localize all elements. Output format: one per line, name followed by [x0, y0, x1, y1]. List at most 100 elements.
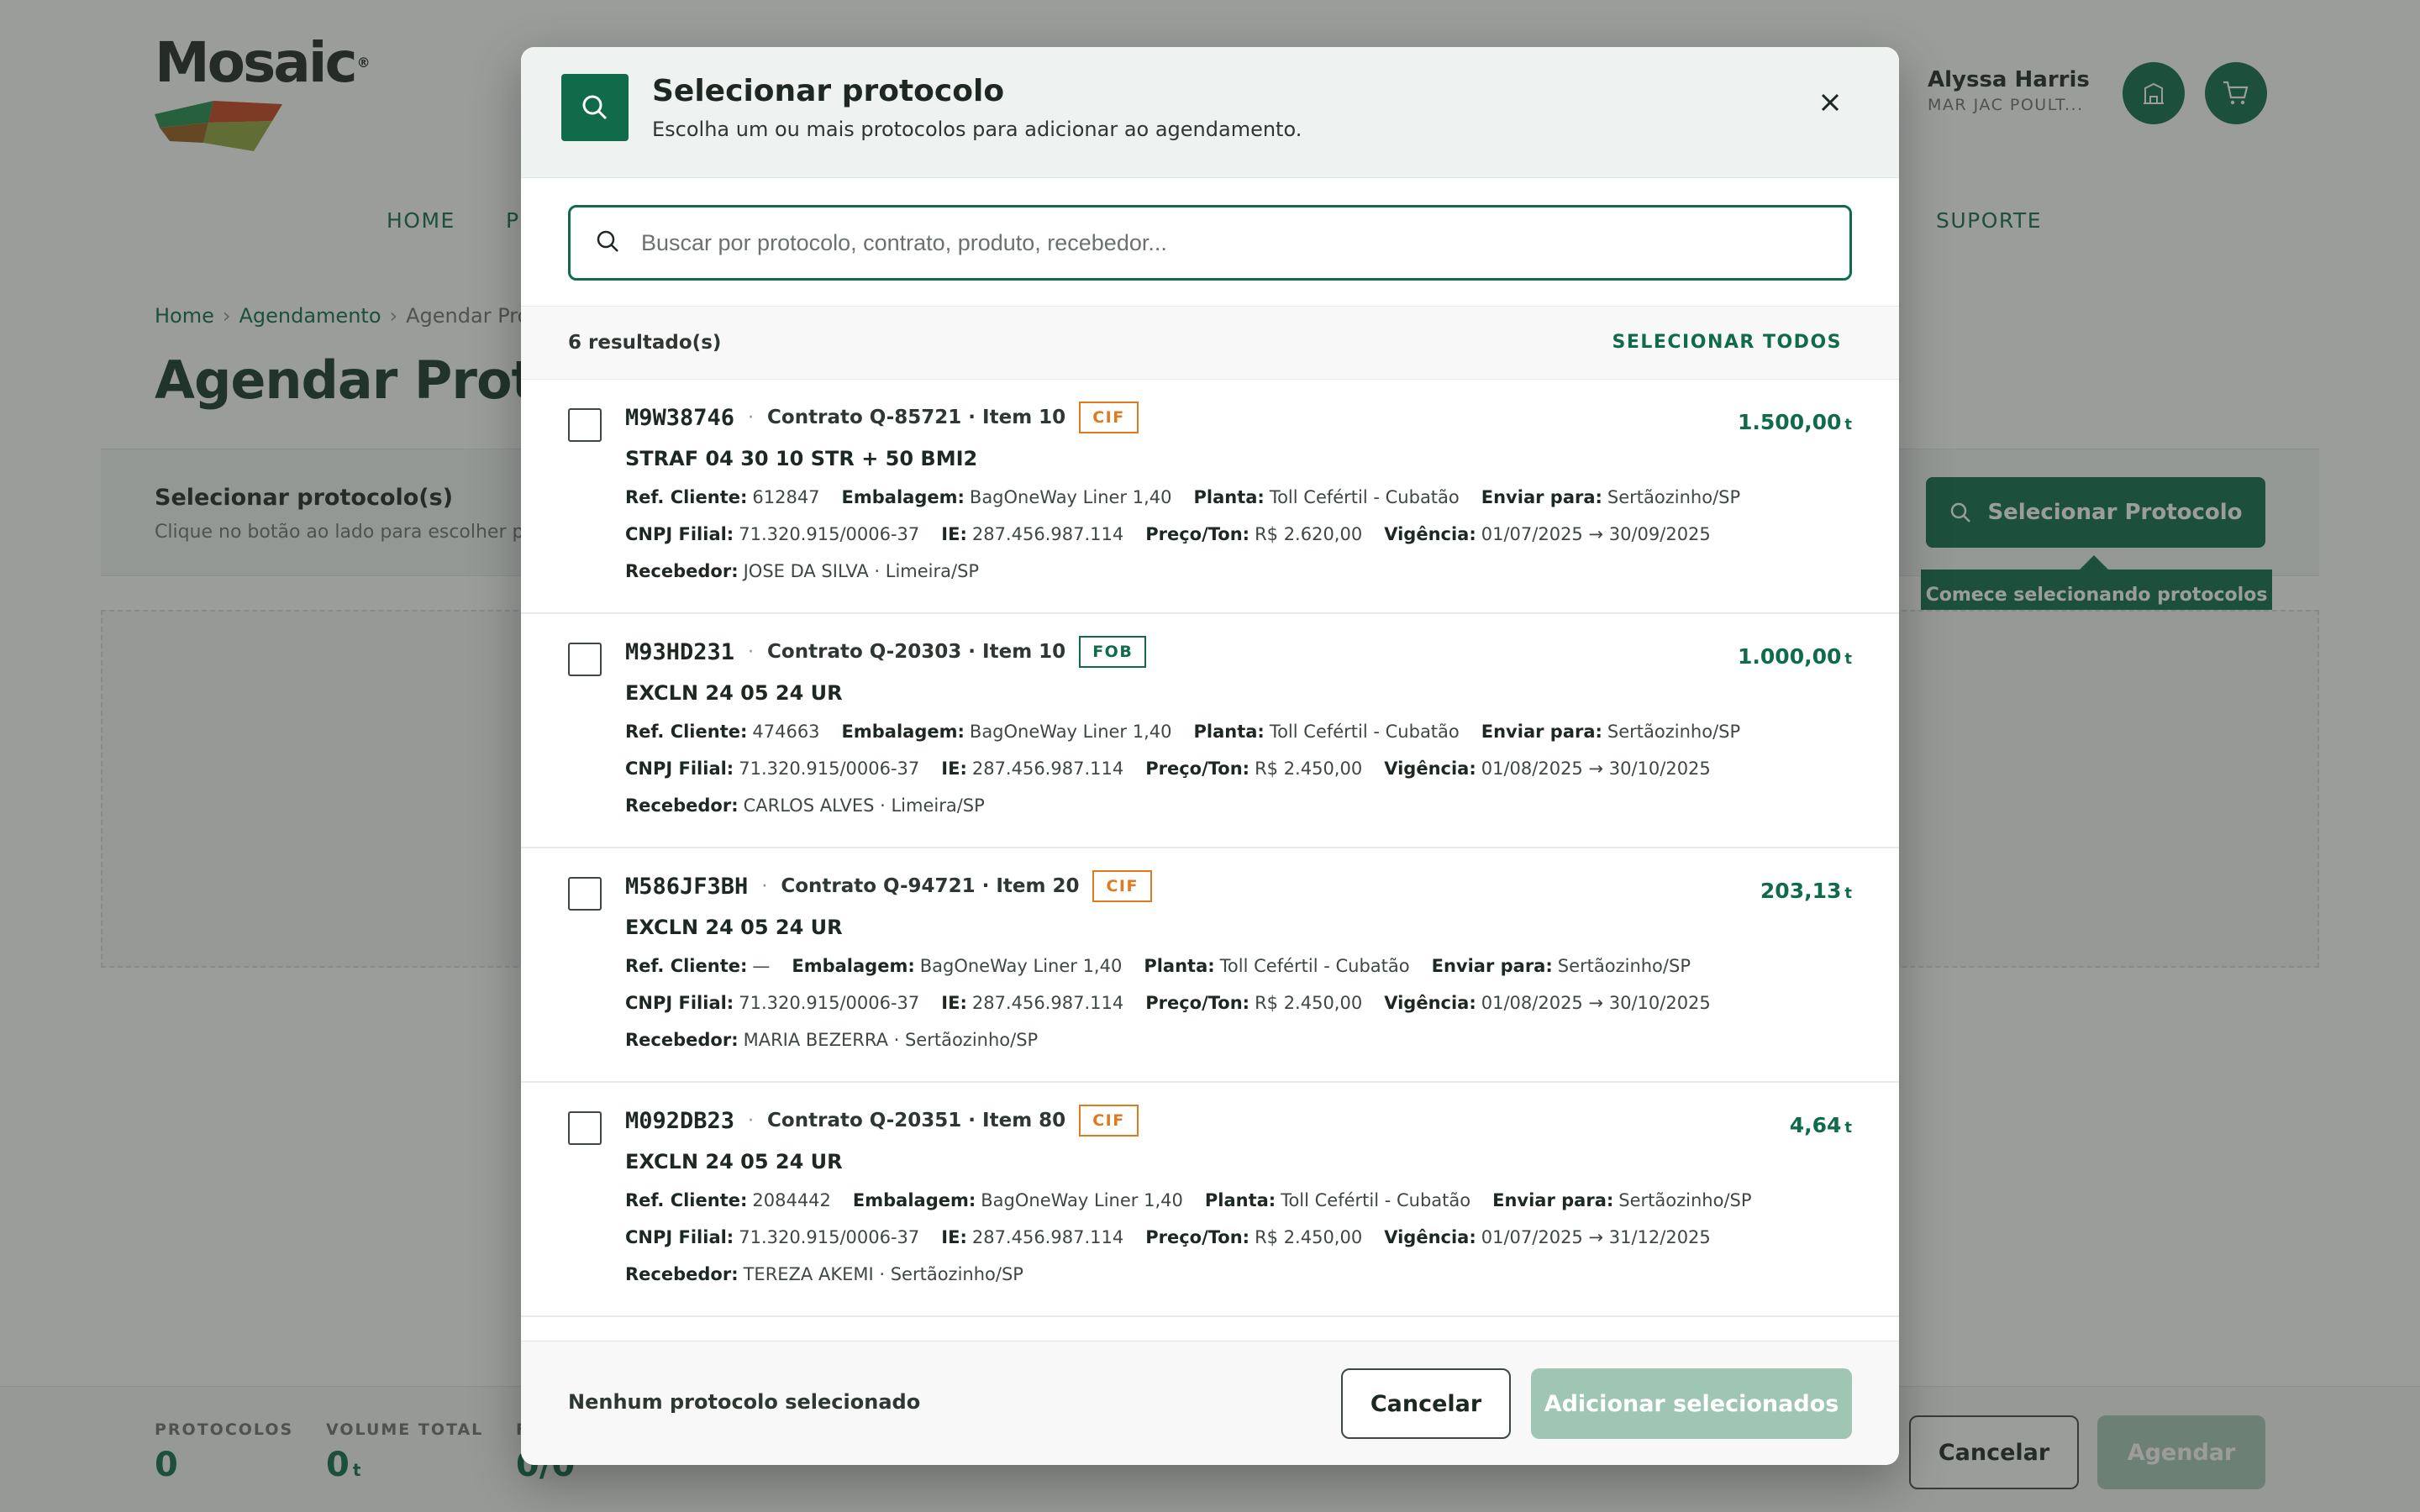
separator-dot: · — [748, 1110, 755, 1131]
field-recebedor-value: JOSE DA SILVA · Limeira/SP — [743, 561, 980, 581]
protocol-checkbox[interactable] — [568, 643, 602, 676]
field-ref-label: Ref. Cliente: — [625, 1190, 748, 1210]
field-cnpj: CNPJ Filial: 71.320.915/0006-37 — [625, 759, 919, 779]
protocol-quantity: 203,13 t — [1760, 879, 1852, 903]
results-count: 6 resultado(s) — [568, 332, 722, 354]
select-all-button[interactable]: SELECIONAR TODOS — [1612, 332, 1842, 353]
field-ie-label: IE: — [941, 993, 967, 1013]
field-preco-value: R$ 2.450,00 — [1255, 993, 1363, 1013]
field-recebedor: Recebedor: TEREZA AKEMI · Sertãozinho/SP — [625, 1264, 1023, 1284]
field-cnpj-label: CNPJ Filial: — [625, 524, 734, 544]
field-planta-value: Toll Cefértil - Cubatão — [1219, 956, 1410, 976]
field-cnpj: CNPJ Filial: 71.320.915/0006-37 — [625, 524, 919, 544]
detail-row: Recebedor: TEREZA AKEMI · Sertãozinho/SP — [625, 1264, 1023, 1284]
field-planta-value: Toll Cefértil - Cubatão — [1269, 722, 1460, 742]
field-recebedor-value: TEREZA AKEMI · Sertãozinho/SP — [743, 1264, 1023, 1284]
field-ie: IE: 287.456.987.114 — [941, 993, 1123, 1013]
protocol-product: EXCLN 24 05 24 UR — [625, 681, 843, 705]
detail-row: CNPJ Filial: 71.320.915/0006-37 IE: 287.456… — [625, 1227, 1711, 1247]
field-vigencia-value: 01/07/2025 → 30/09/2025 — [1481, 524, 1711, 544]
field-vigencia-label: Vigência: — [1384, 524, 1476, 544]
separator-dot: · — [761, 875, 768, 897]
close-button[interactable] — [1810, 82, 1850, 123]
separator-dot: · — [748, 407, 755, 428]
detail-row: Ref. Cliente: 2084442 Embalagem: BagOneWay … — [625, 1190, 1752, 1210]
modal-footer: Nenhum protocolo selecionado Cancelar Ad… — [521, 1341, 1899, 1465]
field-cnpj-label: CNPJ Filial: — [625, 993, 734, 1013]
field-vigencia: Vigência: 01/07/2025 → 31/12/2025 — [1384, 1227, 1711, 1247]
field-ref-label: Ref. Cliente: — [625, 487, 748, 507]
field-ref: Ref. Cliente: 612847 — [625, 487, 820, 507]
quantity-unit: t — [1844, 416, 1852, 433]
field-cnpj: CNPJ Filial: 71.320.915/0006-37 — [625, 1227, 919, 1247]
field-ie: IE: 287.456.987.114 — [941, 524, 1123, 544]
field-ie-value: 287.456.987.114 — [971, 524, 1124, 544]
protocol-list-item[interactable]: M9W38746 · Contrato Q-85721 · Item 10 CIF 1.… — [521, 380, 1899, 614]
field-vigencia: Vigência: 01/07/2025 → 30/09/2025 — [1384, 524, 1711, 544]
protocol-code: M092DB23 — [625, 1107, 735, 1134]
field-planta-label: Planta: — [1204, 1190, 1276, 1210]
protocol-quantity: 4,64 t — [1790, 1113, 1852, 1137]
field-preco-label: Preço/Ton: — [1145, 1227, 1250, 1247]
incoterm-badge: CIF — [1092, 870, 1152, 902]
field-ie-label: IE: — [941, 1227, 967, 1247]
field-vigencia-value: 01/08/2025 → 30/10/2025 — [1481, 759, 1711, 779]
field-enviar-value: Sertãozinho/SP — [1557, 956, 1691, 976]
field-ref-value: — — [752, 956, 771, 976]
field-preco-value: R$ 2.620,00 — [1255, 524, 1363, 544]
field-embalagem-value: BagOneWay Liner 1,40 — [969, 722, 1172, 742]
field-planta: Planta: Toll Cefértil - Cubatão — [1194, 722, 1460, 742]
modal-cancel-button[interactable]: Cancelar — [1341, 1368, 1511, 1439]
detail-row: CNPJ Filial: 71.320.915/0006-37 IE: 287.456… — [625, 759, 1711, 779]
search-icon — [582, 95, 608, 120]
detail-row: CNPJ Filial: 71.320.915/0006-37 IE: 287.456… — [625, 524, 1711, 544]
field-ref-value: 2084442 — [752, 1190, 831, 1210]
field-ie-value: 287.456.987.114 — [971, 1227, 1124, 1247]
field-recebedor: Recebedor: JOSE DA SILVA · Limeira/SP — [625, 561, 979, 581]
field-vigencia: Vigência: 01/08/2025 → 30/10/2025 — [1384, 993, 1711, 1013]
protocol-contract: Contrato Q-94721 · Item 20 — [781, 875, 1080, 897]
search-input[interactable] — [641, 219, 1834, 266]
protocol-quantity: 1.500,00 t — [1738, 410, 1852, 434]
quantity-value: 1.500,00 — [1738, 410, 1842, 434]
field-recebedor-label: Recebedor: — [625, 795, 739, 816]
detail-row: Ref. Cliente: — Embalagem: BagOneWay Liner … — [625, 956, 1691, 976]
protocol-list-item[interactable]: M93HD231 · Contrato Q-20303 · Item 10 FOB 1.… — [521, 614, 1899, 848]
field-enviar-label: Enviar para: — [1492, 1190, 1614, 1210]
detail-row: Recebedor: JOSE DA SILVA · Limeira/SP — [625, 561, 979, 581]
field-cnpj-label: CNPJ Filial: — [625, 1227, 734, 1247]
protocol-product: EXCLN 24 05 24 UR — [625, 916, 843, 939]
protocol-list-item[interactable]: M092DB23 · Contrato Q-20351 · Item 80 CIF 4,… — [521, 1083, 1899, 1317]
field-enviar: Enviar para: Sertãozinho/SP — [1492, 1190, 1751, 1210]
quantity-unit: t — [1844, 1119, 1852, 1137]
field-enviar: Enviar para: Sertãozinho/SP — [1481, 722, 1740, 742]
field-ref-value: 612847 — [752, 487, 820, 507]
field-ref-label: Ref. Cliente: — [625, 722, 748, 742]
field-recebedor-label: Recebedor: — [625, 1030, 739, 1050]
selection-status: Nenhum protocolo selecionado — [568, 1390, 921, 1414]
field-enviar-value: Sertãozinho/SP — [1607, 722, 1741, 742]
protocol-checkbox[interactable] — [568, 1111, 602, 1145]
field-planta-label: Planta: — [1193, 722, 1265, 742]
field-ie-value: 287.456.987.114 — [971, 759, 1124, 779]
protocol-list-item[interactable]: M586JF3BH · Contrato Q-94721 · Item 20 CIF 2… — [521, 848, 1899, 1083]
field-planta-value: Toll Cefértil - Cubatão — [1281, 1190, 1471, 1210]
protocol-checkbox[interactable] — [568, 877, 602, 911]
search-box — [568, 205, 1852, 281]
field-enviar: Enviar para: Sertãozinho/SP — [1481, 487, 1740, 507]
protocol-contract: Contrato Q-20351 · Item 80 — [767, 1110, 1066, 1131]
field-preco-value: R$ 2.450,00 — [1255, 1227, 1363, 1247]
field-planta-label: Planta: — [1144, 956, 1215, 976]
field-preco-label: Preço/Ton: — [1145, 993, 1250, 1013]
field-enviar: Enviar para: Sertãozinho/SP — [1432, 956, 1691, 976]
protocol-checkbox[interactable] — [568, 408, 602, 442]
field-ie-value: 287.456.987.114 — [971, 993, 1124, 1013]
field-embalagem-label: Embalagem: — [852, 1190, 976, 1210]
field-recebedor: Recebedor: MARIA BEZERRA · Sertãozinho/SP — [625, 1030, 1038, 1050]
incoterm-badge: CIF — [1079, 402, 1139, 433]
add-selected-button[interactable]: Adicionar selecionados — [1531, 1368, 1852, 1439]
field-cnpj-label: CNPJ Filial: — [625, 759, 734, 779]
field-planta-value: Toll Cefértil - Cubatão — [1269, 487, 1460, 507]
field-preco-value: R$ 2.450,00 — [1255, 759, 1363, 779]
field-vigencia-label: Vigência: — [1384, 993, 1476, 1013]
